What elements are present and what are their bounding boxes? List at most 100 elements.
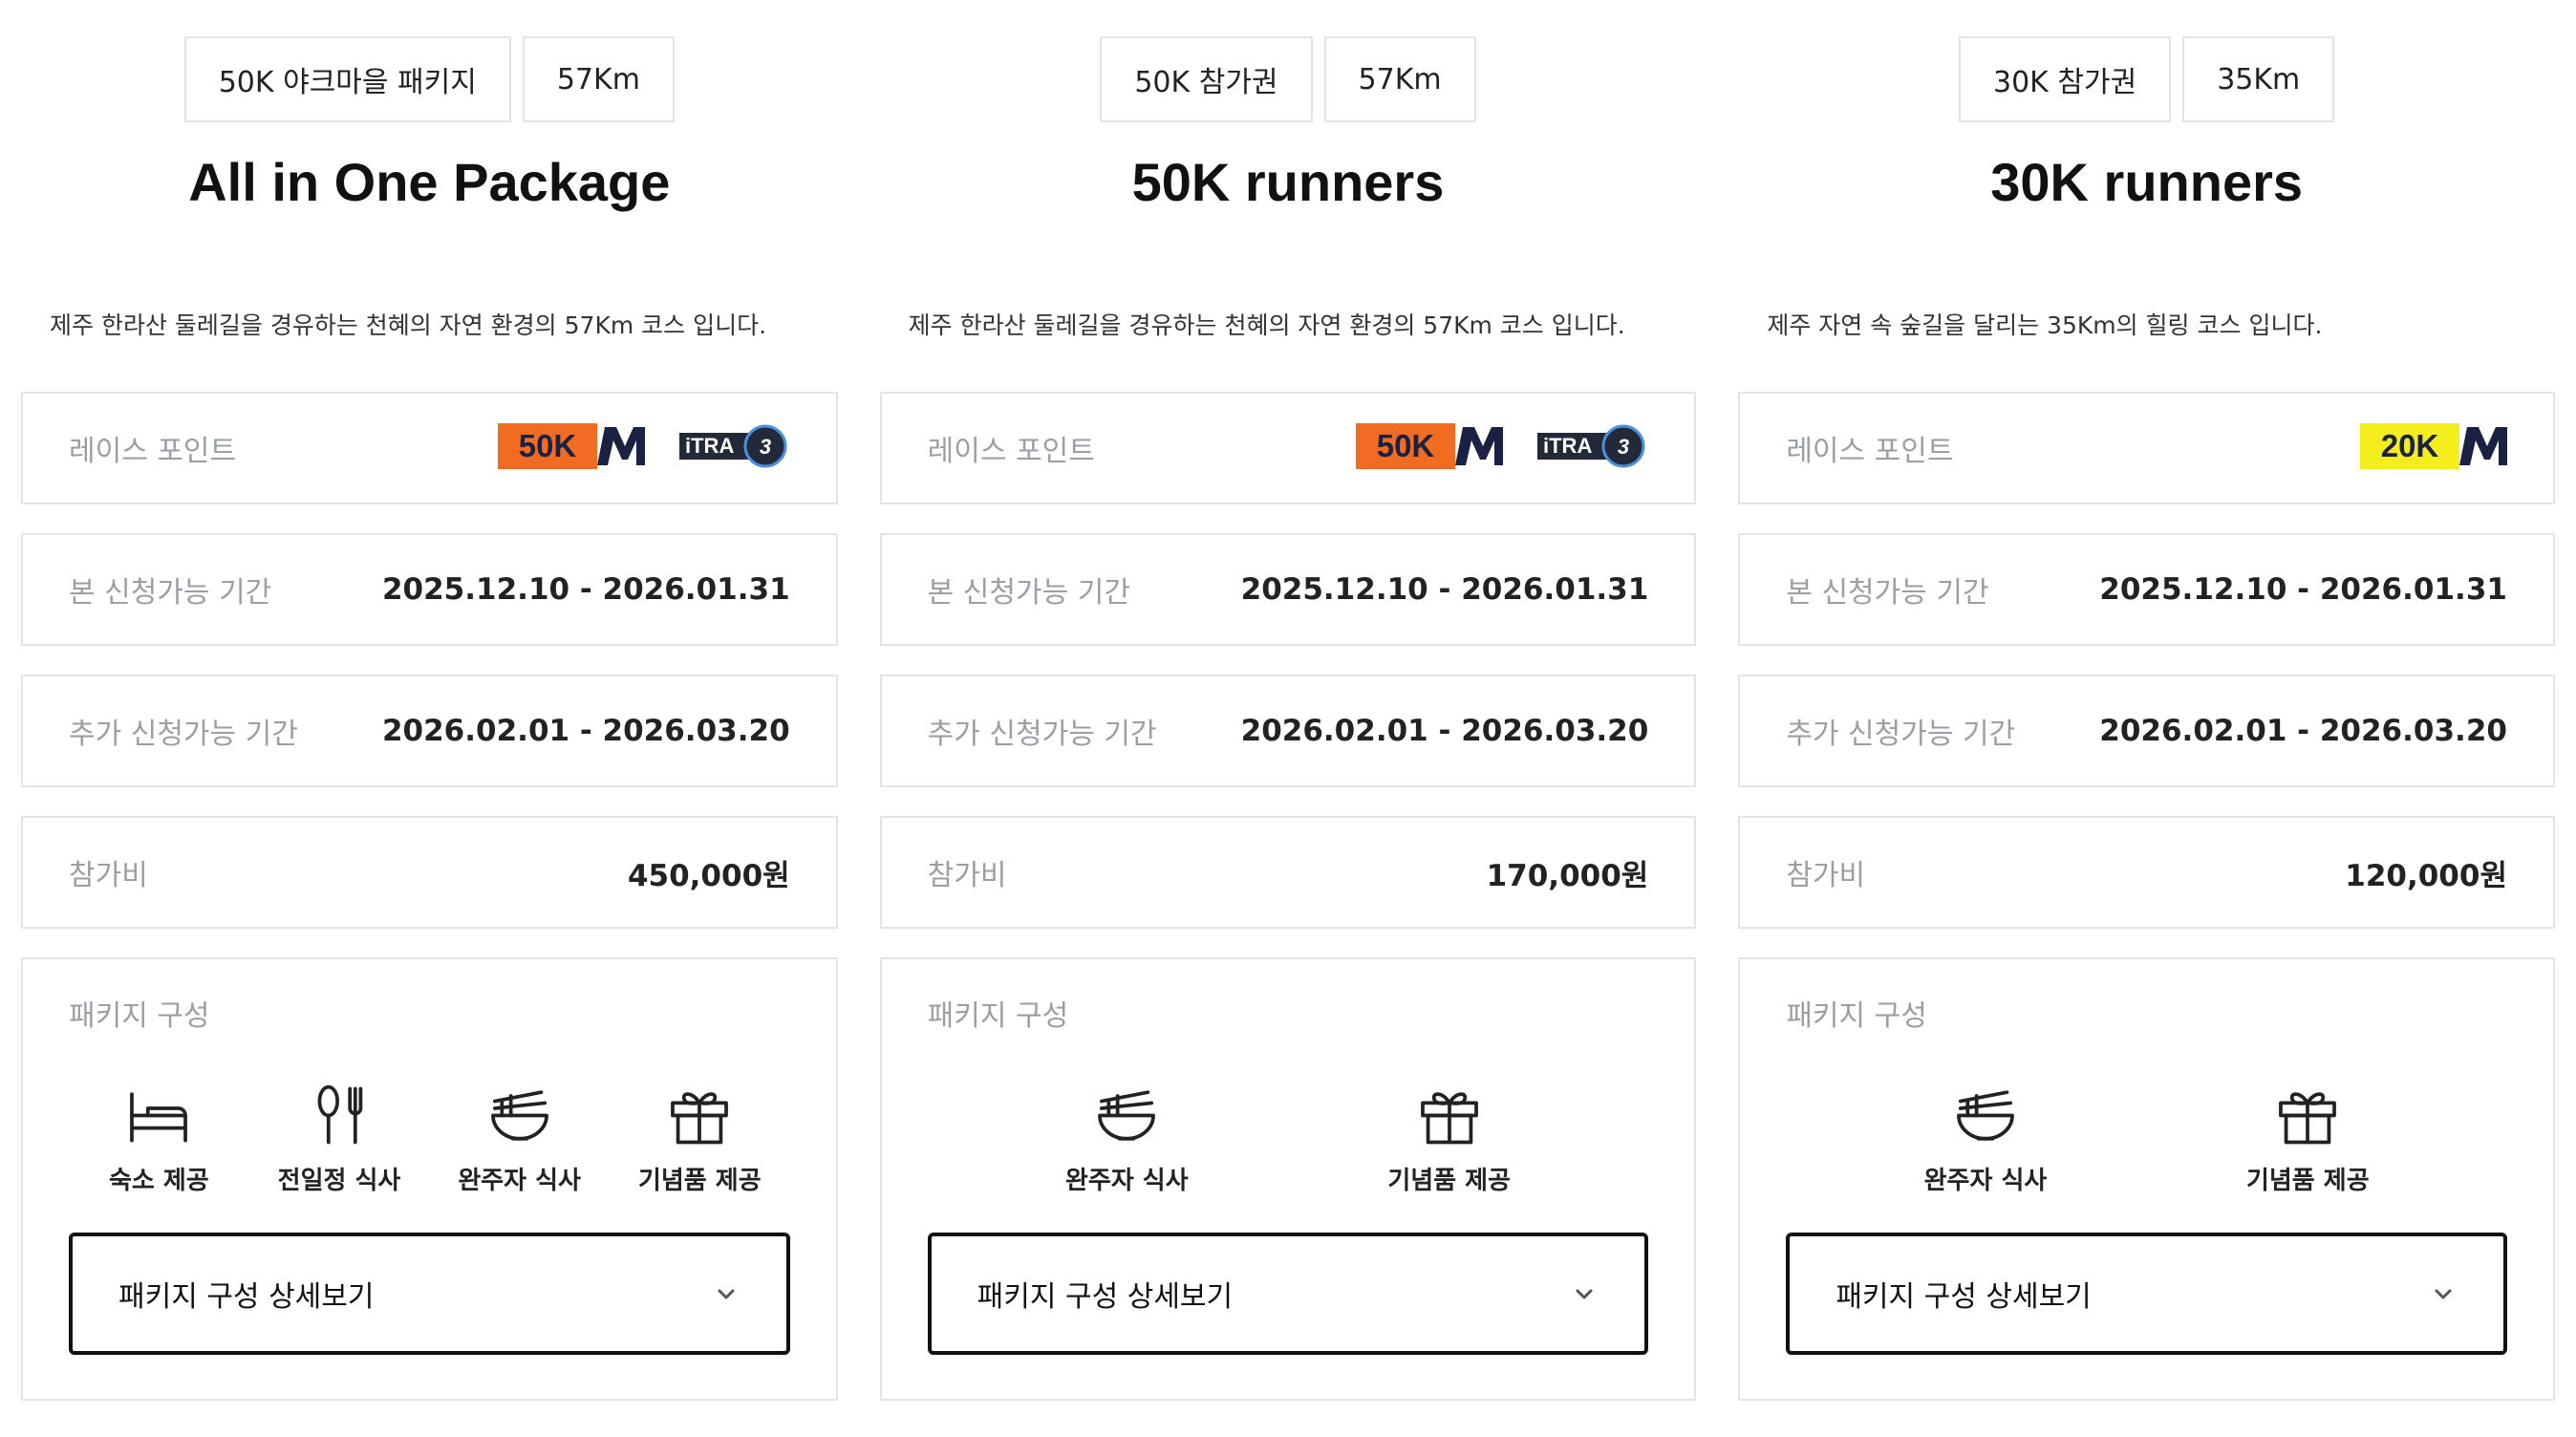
race-point-label: 레이스 포인트 xyxy=(69,435,237,468)
package-item-all-meals: 전일정 식사 xyxy=(258,1082,420,1196)
chevron-down-icon xyxy=(1576,1289,1593,1299)
extra-period-value: 2026.02.01 - 2026.03.20 xyxy=(1240,714,1649,748)
noodle-bowl-icon xyxy=(1957,1090,2014,1141)
fee-label: 참가비 xyxy=(69,859,148,892)
race-distance-badge-icon: 50K xyxy=(497,423,645,473)
main-period-value: 2025.12.10 - 2026.01.31 xyxy=(1240,572,1649,607)
main-period-value: 2025.12.10 - 2026.01.31 xyxy=(2099,572,2507,607)
fee-label: 참가비 xyxy=(1786,859,1866,892)
utensils-icon xyxy=(317,1084,363,1145)
svg-text:3: 3 xyxy=(1618,435,1629,459)
fee-value: 120,000원 xyxy=(2345,858,2507,893)
package-item-finisher-meal: 완주자 식사 xyxy=(1045,1082,1208,1196)
package-item-label: 기념품 제공 xyxy=(2245,1167,2370,1195)
main-period-value: 2025.12.10 - 2026.01.31 xyxy=(381,572,790,607)
package-details-dropdown[interactable]: 패키지 구성 상세보기 xyxy=(927,1233,1649,1355)
race-point-row: 레이스 포인트 50K iTRA 3 xyxy=(879,392,1697,504)
bed-icon xyxy=(130,1092,188,1143)
package-items: 숙소 제공 전일정 식사 완주자 식사 기념품 제공 xyxy=(69,1082,790,1196)
gift-icon xyxy=(671,1092,729,1145)
svg-text:50K: 50K xyxy=(518,428,576,463)
package-item-label: 전일정 식사 xyxy=(277,1167,401,1195)
main-period-label: 본 신청가능 기간 xyxy=(1786,576,1989,610)
package-contents-label: 패키지 구성 xyxy=(927,999,1069,1033)
card-title: 30K runners xyxy=(1990,152,2304,212)
extra-period-label: 추가 신청가능 기간 xyxy=(927,718,1157,751)
extra-period-row: 추가 신청가능 기간 2026.02.01 - 2026.03.20 xyxy=(879,675,1697,787)
main-period-label: 본 신청가능 기간 xyxy=(927,576,1130,610)
fee-row: 참가비 120,000원 xyxy=(1738,816,2555,929)
package-item-label: 숙소 제공 xyxy=(108,1167,209,1195)
tag-distance: 57Km xyxy=(522,36,675,122)
package-item-label: 완주자 식사 xyxy=(458,1167,581,1195)
race-point-row: 레이스 포인트 50K iTRA 3 xyxy=(21,392,838,504)
package-item-souvenir: 기념품 제공 xyxy=(2226,1082,2389,1196)
card-title: 50K runners xyxy=(1131,152,1445,212)
course-description: 제주 한라산 둘레길을 경유하는 천혜의 자연 환경의 57Km 코스 입니다. xyxy=(908,311,1625,339)
main-period-row: 본 신청가능 기간 2025.12.10 - 2026.01.31 xyxy=(879,533,1697,646)
itra-badge-icon: iTRA 3 xyxy=(678,423,790,473)
package-contents-box: 패키지 구성 완주자 식사 기념품 제공 패키지 구성 상세보기 xyxy=(1738,957,2555,1401)
tag-group: 50K 야크마을 패키지 57Km xyxy=(21,0,838,126)
svg-text:iTRA: iTRA xyxy=(1543,434,1592,458)
main-period-label: 본 신청가능 기간 xyxy=(69,576,272,610)
package-details-dropdown[interactable]: 패키지 구성 상세보기 xyxy=(1786,1233,2507,1355)
race-distance-badge-icon: 20K xyxy=(2359,423,2507,473)
race-point-label: 레이스 포인트 xyxy=(1786,435,1954,468)
extra-period-value: 2026.02.01 - 2026.03.20 xyxy=(381,714,790,748)
package-item-souvenir: 기념품 제공 xyxy=(1368,1082,1531,1196)
tag-group: 30K 참가권 35Km xyxy=(1738,0,2555,126)
race-badges: 50K iTRA 3 xyxy=(497,423,790,473)
package-contents-box: 패키지 구성 완주자 식사 기념품 제공 패키지 구성 상세보기 xyxy=(879,957,1697,1401)
fee-value: 450,000원 xyxy=(627,858,790,893)
svg-text:iTRA: iTRA xyxy=(685,434,734,458)
race-badges: 50K iTRA 3 xyxy=(1356,423,1648,473)
main-period-row: 본 신청가능 기간 2025.12.10 - 2026.01.31 xyxy=(21,533,838,646)
tag-distance: 35Km xyxy=(2182,36,2335,122)
dropdown-label: 패키지 구성 상세보기 xyxy=(1835,1280,2092,1314)
fee-value: 170,000원 xyxy=(1486,858,1649,893)
course-description: 제주 한라산 둘레길을 경유하는 천혜의 자연 환경의 57Km 코스 입니다. xyxy=(50,311,767,339)
chevron-down-icon xyxy=(718,1289,735,1299)
package-contents-box: 패키지 구성 숙소 제공 전일정 식사 완주자 식사 기념품 제공 패키지 구성… xyxy=(21,957,838,1401)
noodle-bowl-icon xyxy=(1098,1090,1156,1141)
svg-text:3: 3 xyxy=(760,435,771,459)
package-columns: 50K 야크마을 패키지 57Km All in One Package 제주 … xyxy=(0,0,2576,1437)
package-item-label: 완주자 식사 xyxy=(1064,1167,1189,1195)
card-title: All in One Package xyxy=(188,152,671,212)
package-card-all-in-one: 50K 야크마을 패키지 57Km All in One Package 제주 … xyxy=(0,0,859,1437)
svg-text:50K: 50K xyxy=(1377,428,1435,463)
package-contents-label: 패키지 구성 xyxy=(1786,999,1927,1033)
package-item-finisher-meal: 완주자 식사 xyxy=(439,1082,601,1196)
gift-icon xyxy=(2279,1092,2337,1145)
svg-text:20K: 20K xyxy=(2381,428,2439,463)
race-point-row: 레이스 포인트 20K xyxy=(1738,392,2555,504)
package-card-50k: 50K 참가권 57Km 50K runners 제주 한라산 둘레길을 경유하… xyxy=(859,0,1718,1437)
extra-period-row: 추가 신청가능 기간 2026.02.01 - 2026.03.20 xyxy=(1738,675,2555,787)
tag-package-name: 30K 참가권 xyxy=(1959,36,2172,122)
package-item-label: 기념품 제공 xyxy=(637,1167,762,1195)
extra-period-row: 추가 신청가능 기간 2026.02.01 - 2026.03.20 xyxy=(21,675,838,787)
tag-package-name: 50K 참가권 xyxy=(1100,36,1313,122)
fee-row: 참가비 450,000원 xyxy=(21,816,838,929)
tag-group: 50K 참가권 57Km xyxy=(880,0,1697,126)
extra-period-label: 추가 신청가능 기간 xyxy=(69,718,298,751)
package-item-lodging: 숙소 제공 xyxy=(77,1082,240,1196)
gift-icon xyxy=(1420,1092,1478,1145)
package-item-souvenir: 기념품 제공 xyxy=(618,1082,781,1196)
package-item-label: 기념품 제공 xyxy=(1387,1167,1511,1195)
extra-period-value: 2026.02.01 - 2026.03.20 xyxy=(2099,714,2507,748)
chevron-down-icon xyxy=(2435,1289,2452,1299)
course-description: 제주 자연 속 숲길을 달리는 35Km의 힐링 코스 입니다. xyxy=(1767,311,2323,339)
main-period-row: 본 신청가능 기간 2025.12.10 - 2026.01.31 xyxy=(1738,533,2555,646)
itra-badge-icon: iTRA 3 xyxy=(1537,423,1648,473)
package-card-30k: 30K 참가권 35Km 30K runners 제주 자연 속 숲길을 달리는… xyxy=(1717,0,2576,1437)
fee-row: 참가비 170,000원 xyxy=(879,816,1697,929)
dropdown-label: 패키지 구성 상세보기 xyxy=(118,1280,375,1314)
package-item-label: 완주자 식사 xyxy=(1923,1167,2048,1195)
package-details-dropdown[interactable]: 패키지 구성 상세보기 xyxy=(69,1233,790,1355)
package-item-finisher-meal: 완주자 식사 xyxy=(1904,1082,2067,1196)
tag-package-name: 50K 야크마을 패키지 xyxy=(183,36,511,122)
noodle-bowl-icon xyxy=(490,1090,548,1141)
race-distance-badge-icon: 50K xyxy=(1356,423,1504,473)
